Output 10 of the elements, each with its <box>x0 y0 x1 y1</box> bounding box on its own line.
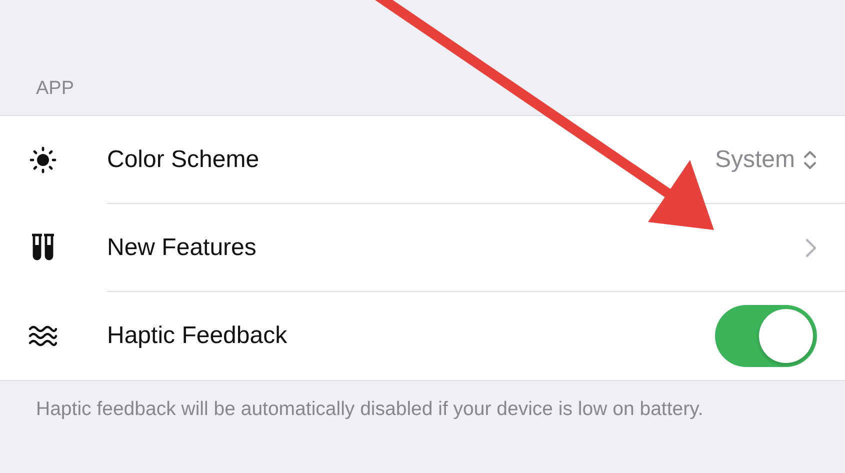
row-label: Color Scheme <box>107 146 260 174</box>
value-picker[interactable]: System <box>714 146 795 174</box>
footer-note: Haptic feedback will be automatically disabled if your device is low on battery. <box>35 397 704 422</box>
section-header: APP <box>35 77 76 101</box>
row-label: New Features <box>107 234 256 262</box>
sun-icon <box>28 146 56 174</box>
row-label: Haptic Feedback <box>107 322 288 350</box>
chevron-right-icon[interactable] <box>805 238 817 258</box>
waves-icon <box>28 324 58 348</box>
up-down-chevron-icon <box>803 148 817 170</box>
